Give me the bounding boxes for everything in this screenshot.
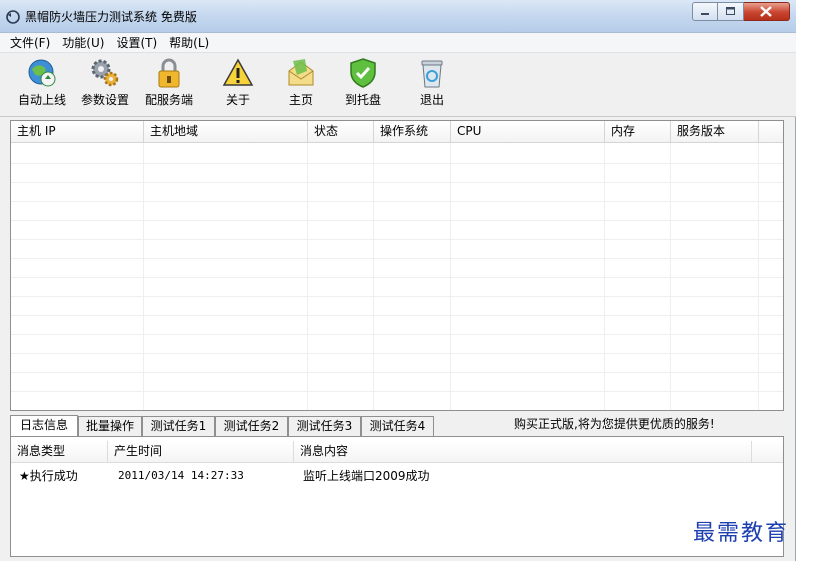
toolbar-label: 配服务端 [145, 93, 194, 107]
tab-test-task-4[interactable]: 测试任务4 [361, 416, 434, 436]
warning-icon [222, 58, 254, 86]
host-list[interactable]: 主机 IP 主机地域 状态 操作系统 CPU 内存 服务版本 [10, 120, 784, 411]
about-button[interactable]: 关于 [222, 57, 254, 115]
close-button[interactable] [744, 2, 790, 21]
log-row[interactable]: ★执行成功 2011/03/14 14:27:33 监听上线端口2009成功 [11, 467, 783, 485]
to-tray-button[interactable]: 到托盘 [345, 57, 381, 115]
watermark-text: 最需教育 [693, 521, 790, 546]
column-header-message-content[interactable]: 消息内容 [294, 441, 752, 462]
menu-bar: 文件(F) 功能(U) 设置(T) 帮助(L) [0, 33, 796, 53]
log-panel[interactable]: 消息类型 产生时间 消息内容 ★执行成功 2011/03/14 14:27:33… [10, 436, 784, 557]
menu-settings[interactable]: 设置(T) [110, 34, 163, 52]
tab-test-task-3[interactable]: 测试任务3 [288, 416, 361, 436]
parameter-settings-button[interactable]: 参数设置 [81, 57, 129, 115]
minimize-icon [701, 13, 709, 15]
column-header-memory[interactable]: 内存 [605, 121, 671, 142]
exit-button[interactable]: 退出 [416, 57, 448, 115]
toolbar-label: 退出 [419, 93, 444, 107]
column-header-status[interactable]: 状态 [308, 121, 374, 142]
homepage-button[interactable]: 主页 [285, 57, 317, 115]
column-header-message-type[interactable]: 消息类型 [11, 441, 108, 462]
toolbar-label: 参数设置 [81, 93, 130, 107]
minimize-button[interactable] [692, 2, 718, 21]
host-list-header: 主机 IP 主机地域 状态 操作系统 CPU 内存 服务版本 [11, 121, 783, 143]
promo-text: 购买正式版,将为您提供更优质的服务! [514, 417, 715, 431]
maximize-icon [726, 7, 735, 15]
app-icon [6, 10, 20, 24]
auto-online-button[interactable]: 自动上线 [18, 57, 66, 115]
envelope-icon [288, 59, 314, 86]
close-icon [760, 6, 772, 17]
column-header-cpu[interactable]: CPU [451, 121, 605, 142]
log-time: 2011/03/14 14:27:33 [118, 469, 244, 482]
menu-help[interactable]: 帮助(L) [163, 34, 215, 52]
column-header-created-time[interactable]: 产生时间 [108, 441, 294, 462]
column-header-service-version[interactable]: 服务版本 [671, 121, 759, 142]
tab-log-info[interactable]: 日志信息 [10, 415, 78, 436]
title-bar[interactable]: 黑帽防火墙压力测试系统 免费版 [0, 0, 796, 33]
toolbar-label: 自动上线 [18, 93, 67, 107]
tab-test-task-1[interactable]: 测试任务1 [142, 416, 215, 436]
tab-test-task-2[interactable]: 测试任务2 [215, 416, 288, 436]
window-controls [692, 2, 790, 22]
tab-batch-operation[interactable]: 批量操作 [78, 416, 142, 436]
toolbar-label: 关于 [225, 93, 250, 107]
column-header-os[interactable]: 操作系统 [374, 121, 451, 142]
shield-icon [350, 58, 376, 88]
log-type: ★执行成功 [19, 469, 78, 483]
toolbar-label: 主页 [288, 93, 313, 107]
toolbar-label: 到托盘 [345, 93, 382, 107]
recycle-bin-icon [421, 60, 443, 88]
padlock-icon [158, 58, 180, 88]
window-title: 黑帽防火墙压力测试系统 免费版 [25, 10, 197, 24]
toolbar: 自动上线 参数设置 配服务端 关于 主页 到托盘 退出 [0, 53, 796, 117]
main-window: 黑帽防火墙压力测试系统 免费版 文件(F) 功能(U) 设置(T) 帮助(L) [0, 0, 796, 561]
menu-file[interactable]: 文件(F) [4, 34, 56, 52]
log-list-header: 消息类型 产生时间 消息内容 [11, 441, 783, 463]
maximize-button[interactable] [718, 2, 744, 21]
column-header-host-region[interactable]: 主机地域 [144, 121, 308, 142]
configure-server-button[interactable]: 配服务端 [145, 57, 193, 115]
log-content: 监听上线端口2009成功 [303, 469, 430, 483]
gears-icon [91, 59, 119, 87]
column-header-host-ip[interactable]: 主机 IP [11, 121, 144, 142]
menu-function[interactable]: 功能(U) [56, 34, 110, 52]
globe-recycle-icon [28, 59, 56, 87]
